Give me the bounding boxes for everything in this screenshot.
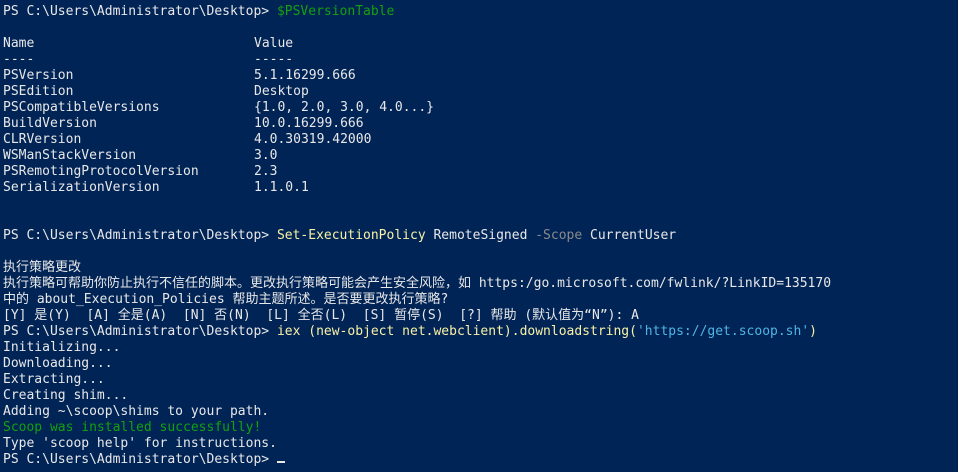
output-downloading: Downloading... [3, 356, 113, 371]
text-cursor [276, 461, 285, 463]
row-name: PSEdition [3, 84, 74, 99]
command-iex: iex (new-object net.webclient).downloads… [276, 324, 637, 339]
output-extracting: Extracting... [3, 372, 105, 387]
row-value: 5.1.16299.666 [254, 68, 356, 83]
prompt-line-3: PS C:\Users\Administrator\Desktop> iex (… [3, 324, 817, 340]
prompt-line-2: PS C:\Users\Administrator\Desktop> Set-E… [3, 228, 676, 244]
output-help: Type 'scoop help' for instructions. [3, 436, 277, 451]
row-value: 1.1.0.1 [254, 180, 309, 195]
parameter-scope: -Scope [535, 228, 583, 243]
table-row: SerializationVersion 1.1.0.1 [3, 180, 309, 196]
prompt-text: PS C:\Users\Administrator\Desktop> [3, 452, 277, 467]
command-psversiontable: $PSVersionTable [276, 4, 395, 19]
separator-name: ---- [3, 52, 35, 67]
row-value: 4.0.30319.42000 [254, 132, 372, 147]
command-close-paren: ) [809, 324, 817, 339]
row-value: 2.3 [254, 164, 278, 179]
table-header: Name Value [3, 36, 293, 52]
table-row: PSCompatibleVersions {1.0, 2.0, 3.0, 4.0.… [3, 100, 434, 116]
table-row: PSVersion 5.1.16299.666 [3, 68, 356, 84]
separator-value: ----- [254, 52, 294, 67]
output-success: Scoop was installed successfully! [3, 420, 262, 435]
row-value: {1.0, 2.0, 3.0, 4.0...} [254, 100, 435, 115]
argument-remotesigned: RemoteSigned [425, 228, 536, 243]
header-name: Name [3, 36, 35, 51]
table-row: WSManStackVersion 3.0 [3, 148, 277, 164]
row-name: PSVersion [3, 68, 74, 83]
table-row: CLRVersion 4.0.30319.42000 [3, 132, 371, 148]
row-value: Desktop [254, 84, 309, 99]
prompt-text: PS C:\Users\Administrator\Desktop> [3, 4, 277, 19]
policy-message-line-1: 执行策略可帮助你防止执行不信任的脚本。更改执行策略可能会产生安全风险，如 htt… [3, 276, 832, 291]
prompt-text: PS C:\Users\Administrator\Desktop> [3, 228, 277, 243]
table-row: PSEdition Desktop [3, 84, 309, 100]
string-scoop-url: 'https://get.scoop.sh' [636, 324, 810, 339]
output-initializing: Initializing... [3, 340, 121, 355]
table-separator: ---- ----- [3, 52, 293, 68]
argument-currentuser: CurrentUser [582, 228, 677, 243]
output-creating-shim: Creating shim... [3, 388, 129, 403]
row-name: PSRemotingProtocolVersion [3, 164, 199, 179]
cmdlet-set-executionpolicy: Set-ExecutionPolicy [276, 228, 426, 243]
row-name: WSManStackVersion [3, 148, 137, 163]
policy-title: 执行策略更改 [3, 260, 82, 275]
row-name: PSCompatibleVersions [3, 100, 160, 115]
row-name: BuildVersion [3, 116, 97, 131]
prompt-line-1: PS C:\Users\Administrator\Desktop> $PSVe… [3, 4, 394, 20]
prompt-text: PS C:\Users\Administrator\Desktop> [3, 324, 277, 339]
table-row: PSRemotingProtocolVersion 2.3 [3, 164, 277, 180]
output-adding-path: Adding ~\scoop\shims to your path. [3, 404, 270, 419]
prompt-line-4[interactable]: PS C:\Users\Administrator\Desktop> [3, 452, 285, 468]
policy-message-line-2: 中的 about_Execution_Policies 帮助主题所述。是否要更改… [3, 292, 449, 307]
row-value: 3.0 [254, 148, 278, 163]
table-row: BuildVersion 10.0.16299.666 [3, 116, 364, 132]
row-name: CLRVersion [3, 132, 82, 147]
header-value: Value [254, 36, 294, 51]
row-value: 10.0.16299.666 [254, 116, 364, 131]
policy-choices: [Y] 是(Y) [A] 全是(A) [N] 否(N) [L] 全否(L) [S… [3, 308, 639, 323]
powershell-console[interactable]: PS C:\Users\Administrator\Desktop> $PSVe… [0, 0, 958, 472]
row-name: SerializationVersion [3, 180, 160, 195]
